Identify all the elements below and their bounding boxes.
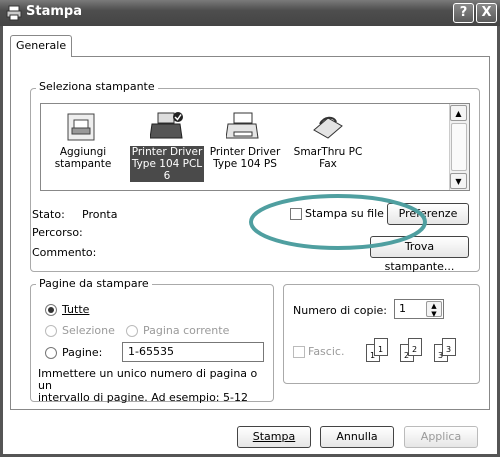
fax-icon[interactable]	[310, 112, 346, 142]
scroll-thumb[interactable]	[451, 123, 467, 171]
radio-all[interactable]	[45, 304, 57, 316]
radio-current-page-label: Pagina corrente	[143, 324, 230, 337]
apply-button: Applica	[404, 426, 478, 448]
copies-spinner[interactable]: ▲ ▼	[426, 301, 442, 318]
comment-label: Commento:	[32, 246, 97, 259]
help-button[interactable]: ?	[453, 3, 474, 23]
collate-label: Fascic.	[308, 345, 345, 358]
pages-group-label: Pagine da stampare	[36, 277, 152, 290]
add-printer-icon[interactable]	[66, 112, 98, 142]
collate-page-number: 2	[412, 345, 418, 354]
copies-label: Numero di copie:	[293, 304, 388, 317]
cancel-button[interactable]: Annulla	[320, 426, 394, 448]
status-value: Pronta	[82, 208, 118, 221]
tab-connector	[12, 56, 70, 58]
printer-item-fax[interactable]: SmarThru PC Fax	[288, 146, 368, 170]
collate-page-number: 2	[404, 351, 410, 360]
collate-page-number: 3	[438, 351, 444, 360]
scroll-up-arrow[interactable]: ▲	[450, 105, 467, 121]
collate-checkbox	[293, 346, 305, 358]
radio-selection	[45, 325, 57, 337]
printer-item-pcl[interactable]: Printer Driver Type 104 PCL 6	[130, 146, 204, 182]
printer-group-label: Seleziona stampante	[36, 80, 158, 93]
printer-icon	[6, 5, 22, 21]
collate-page-number: 3	[446, 345, 452, 354]
printer-item-ps[interactable]: Printer Driver Type 104 PS	[208, 146, 282, 170]
path-label: Percorso:	[32, 226, 83, 239]
status-label: Stato:	[32, 208, 65, 221]
tab-generale[interactable]: Generale	[10, 35, 72, 57]
collate-page-number: 1	[378, 345, 384, 354]
pages-hint: Immettere un unico numero di pagina o un…	[38, 367, 258, 404]
radio-selection-label: Selezione	[62, 324, 115, 337]
printer-item-add[interactable]: Aggiungi stampante	[50, 146, 116, 170]
printer-ps-icon[interactable]	[225, 110, 262, 142]
print-button[interactable]: Stampa	[237, 426, 311, 448]
radio-pages-label[interactable]: Pagine:	[62, 346, 102, 359]
radio-pages[interactable]	[45, 347, 57, 359]
collate-page-number: 1	[370, 351, 376, 360]
pages-input[interactable]: 1-65535	[122, 342, 264, 362]
radio-current-page	[126, 325, 138, 337]
copies-group	[283, 284, 480, 384]
window-title: Stampa	[26, 4, 82, 19]
highlight-ellipse	[249, 194, 427, 250]
close-button[interactable]: X	[476, 3, 497, 23]
radio-all-label[interactable]: Tutte	[62, 303, 89, 316]
printer-pcl-icon[interactable]	[149, 110, 186, 142]
scroll-down-arrow[interactable]: ▼	[450, 173, 467, 189]
